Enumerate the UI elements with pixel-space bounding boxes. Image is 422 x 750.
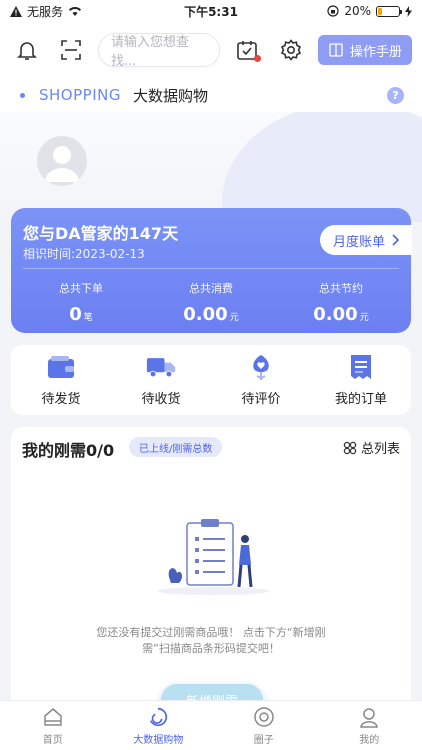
scan-icon	[61, 40, 81, 60]
tab-label: 大数据购物	[133, 734, 184, 746]
status-right: 20%	[327, 4, 412, 18]
carrier-text: 无服务	[27, 4, 64, 19]
scan-button[interactable]	[54, 33, 88, 67]
all-list-button[interactable]: 总列表	[343, 438, 400, 457]
needs-title: 我的刚需0/0	[22, 441, 115, 460]
stat-unit: 笔	[83, 313, 93, 323]
stat-spent: 总共消费 0.00 元	[146, 280, 276, 325]
hero-decoration	[222, 112, 422, 222]
stat-number: 0.00	[313, 304, 358, 325]
stat-value: 0.00 元	[276, 304, 406, 325]
tab-label: 我的	[359, 734, 380, 746]
circle-icon	[253, 706, 275, 728]
stat-value: 0.00 元	[146, 304, 276, 325]
battery-percent: 20%	[344, 4, 371, 18]
order-pending-review[interactable]: 待评价	[221, 354, 301, 407]
help-icon[interactable]: ?	[387, 86, 404, 104]
truck-icon	[146, 354, 176, 380]
days-together: 您与DA管家的147天	[23, 224, 179, 243]
home-icon	[42, 706, 64, 728]
order-label: 待发货	[41, 391, 81, 407]
tab-shopping[interactable]: 大数据购物	[106, 701, 212, 750]
monthly-bill-label: 月度账单	[332, 234, 385, 250]
section-title-cn: 大数据购物	[132, 86, 208, 105]
stat-number: 0	[69, 304, 82, 325]
stat-value: 0笔	[16, 304, 146, 325]
section-dot	[20, 92, 25, 98]
tab-label: 圈子	[253, 734, 274, 746]
tab-profile[interactable]: 我的	[317, 701, 422, 750]
empty-illustration	[153, 517, 273, 597]
bottom-tab-bar: 首页 大数据购物 圈子 我的	[0, 700, 422, 750]
wallet-icon	[46, 354, 76, 380]
shopping-icon	[147, 706, 169, 728]
settings-button[interactable]	[274, 33, 308, 67]
receipt-icon	[346, 354, 376, 380]
checkin-button[interactable]	[230, 33, 264, 67]
stat-label: 总共下单	[59, 282, 103, 295]
status-left: 无服务	[10, 3, 82, 20]
hero-area	[0, 112, 422, 222]
card-divider	[23, 268, 399, 269]
charging-icon	[405, 5, 412, 17]
my-needs-panel: 我的刚需0/0 已上线/刚需总数 总列表 您还没有提交过刚需商品哦！ 点击下方“…	[11, 427, 411, 707]
section-title-en: SHOPPING	[39, 86, 121, 104]
user-placeholder-icon	[45, 146, 79, 182]
my-orders[interactable]: 我的订单	[321, 354, 401, 407]
all-list-label: 总列表	[360, 442, 400, 457]
search-input[interactable]: 请输入您想查找...	[98, 33, 220, 69]
stat-unit: 元	[359, 313, 369, 323]
order-label: 待收货	[141, 391, 181, 407]
stats-card: 您与DA管家的147天 相识时间:2023-02-13 月度账单 总共下单 0笔…	[11, 208, 412, 333]
stat-unit: 元	[229, 313, 239, 323]
profile-icon	[358, 706, 380, 728]
stat-orders: 总共下单 0笔	[16, 280, 146, 325]
battery-fill	[378, 7, 382, 15]
wifi-icon	[69, 7, 82, 16]
monthly-bill-button[interactable]: 月度账单	[320, 225, 412, 255]
manual-button[interactable]: 操作手册	[317, 35, 412, 65]
notification-button[interactable]	[10, 33, 44, 67]
order-label: 我的订单	[334, 391, 387, 407]
section-header: SHOPPING 大数据购物 ?	[0, 78, 422, 112]
battery-icon	[376, 5, 402, 17]
book-icon	[329, 43, 343, 57]
top-bar: 请输入您想查找... 操作手册	[0, 22, 422, 78]
gear-icon	[280, 39, 302, 61]
manual-label: 操作手册	[349, 44, 402, 60]
orientation-lock-icon	[327, 5, 339, 17]
order-pending-receipt[interactable]: 待收货	[121, 354, 201, 407]
order-pending-shipment[interactable]: 待发货	[21, 354, 101, 407]
stat-label: 总共节约	[319, 282, 363, 295]
order-shortcuts: 待发货 待收货 待评价 我的订单	[11, 345, 411, 415]
bell-icon	[17, 42, 37, 60]
needs-badge: 已上线/刚需总数	[129, 437, 223, 457]
acquaint-date: 相识时间:2023-02-13	[23, 247, 145, 261]
status-time: 下午5:31	[184, 4, 238, 19]
warning-icon	[10, 5, 22, 17]
flower-icon	[246, 354, 276, 380]
tab-circle[interactable]: 圈子	[211, 701, 317, 750]
avatar[interactable]	[37, 136, 87, 186]
search-placeholder: 请输入您想查找...	[111, 35, 190, 69]
clover-icon	[343, 441, 357, 454]
stat-number: 0.00	[183, 304, 228, 325]
empty-message: 您还没有提交过刚需商品哦！ 点击下方“新增刚需”扫描商品条形码提交吧！	[96, 626, 326, 655]
stat-saved: 总共节约 0.00 元	[276, 280, 406, 325]
unread-dot	[253, 55, 261, 62]
status-bar: 无服务 下午5:31 20%	[0, 0, 422, 22]
stat-label: 总共消费	[189, 282, 233, 295]
chevron-right-icon	[392, 234, 399, 246]
order-label: 待评价	[241, 391, 281, 407]
tab-label: 首页	[42, 734, 63, 746]
tab-home[interactable]: 首页	[0, 701, 106, 750]
